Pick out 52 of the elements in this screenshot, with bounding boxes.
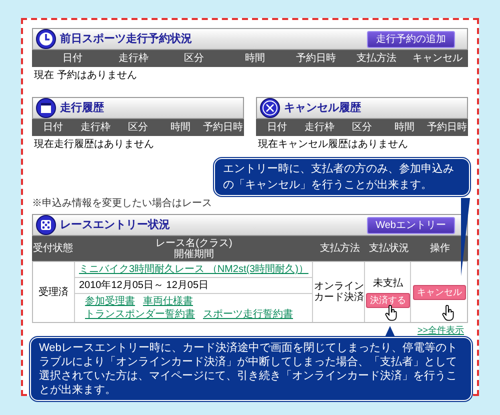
column-header: 操作 bbox=[429, 243, 451, 254]
add-button[interactable]: 走行予約の追加 bbox=[367, 30, 455, 48]
payment-method: カード決済 bbox=[314, 292, 364, 303]
column-header: 時間 bbox=[169, 120, 192, 135]
column-header: 日付 bbox=[42, 121, 64, 135]
column-header: 支払方法 bbox=[319, 243, 361, 254]
column-header: 区分 bbox=[183, 52, 206, 66]
empty-message: 現在走行履歴はありません bbox=[33, 138, 154, 152]
column-header: 走行枠 bbox=[117, 52, 150, 66]
payment-method: オンライン bbox=[314, 281, 364, 292]
column-header: 走行枠 bbox=[80, 120, 112, 135]
column-header: 日付 bbox=[61, 52, 84, 66]
column-header: 走行枠 bbox=[304, 120, 336, 135]
column-header: 予約日時 bbox=[426, 120, 468, 135]
calendar-icon bbox=[36, 98, 56, 118]
payment-status: 未支払 bbox=[372, 276, 403, 291]
document-link[interactable]: 車両仕様書 bbox=[143, 295, 193, 308]
column-header: 支払状況 bbox=[368, 243, 410, 254]
dice-icon bbox=[36, 215, 56, 235]
column-header: 予約日時 bbox=[294, 52, 337, 66]
column-header: 区分 bbox=[351, 121, 374, 135]
pay-button[interactable]: 決済する bbox=[366, 293, 410, 308]
section-title: キャンセル履歴 bbox=[284, 100, 361, 116]
event-period: 2010年12月05日～ 12月05日 bbox=[75, 278, 312, 294]
column-header: 予約日時 bbox=[202, 120, 244, 135]
table-cell-text: 受理済 bbox=[38, 286, 68, 300]
section-title: 走行履歴 bbox=[60, 100, 104, 116]
column-header: 開催期間 bbox=[173, 248, 215, 260]
cancel-button[interactable]: キャンセル bbox=[412, 284, 466, 300]
column-header: レース名(クラス) bbox=[154, 238, 234, 248]
close-icon bbox=[260, 98, 280, 118]
document-link[interactable]: 参加受理書 bbox=[85, 295, 135, 308]
column-header: 時間 bbox=[244, 52, 266, 66]
column-header: キャンセル bbox=[412, 52, 464, 66]
race-name-link[interactable]: ミニバイク3時間耐久レース （NM2st(3時間耐久)） bbox=[75, 262, 312, 278]
column-header: 区分 bbox=[127, 121, 150, 135]
add-button[interactable]: Webエントリー bbox=[366, 216, 455, 234]
column-header: 日付 bbox=[266, 121, 288, 135]
show-all-link[interactable]: >>全件表示 bbox=[417, 324, 464, 338]
callout-text: Webレースエントリー時に、カード決済途中で画面を閉じてしまったり、停電等のトラブルにより「オンラインカード決済」が中断してしまった場合、「支払者」として選択されていた方は、マイページにて、引き続き「オンラインカード決済」を行うことが出来ます。 bbox=[39, 341, 458, 397]
clock-icon bbox=[36, 29, 56, 49]
document-link[interactable]: トランスポンダー誓約書 bbox=[85, 308, 195, 321]
callout-text: エントリー時に、支払者の方のみ、参加申込みの「キャンセル」を行うことが出来ます。 bbox=[223, 162, 455, 193]
section-title: レースエントリー状況 bbox=[60, 218, 170, 233]
column-header: 受付状態 bbox=[32, 243, 74, 254]
column-header: 支払方法 bbox=[356, 52, 398, 66]
section-title: 前日スポーツ走行予約状況 bbox=[60, 32, 192, 47]
column-header: 時間 bbox=[393, 120, 416, 135]
empty-message: 現在キャンセル履歴はありません bbox=[257, 138, 408, 152]
document-link[interactable]: スポーツ走行誓約書 bbox=[203, 308, 293, 321]
note-text: ※申込み情報を変更したい場合はレース bbox=[32, 198, 212, 210]
empty-message: 現在 予約はありません bbox=[33, 69, 137, 83]
